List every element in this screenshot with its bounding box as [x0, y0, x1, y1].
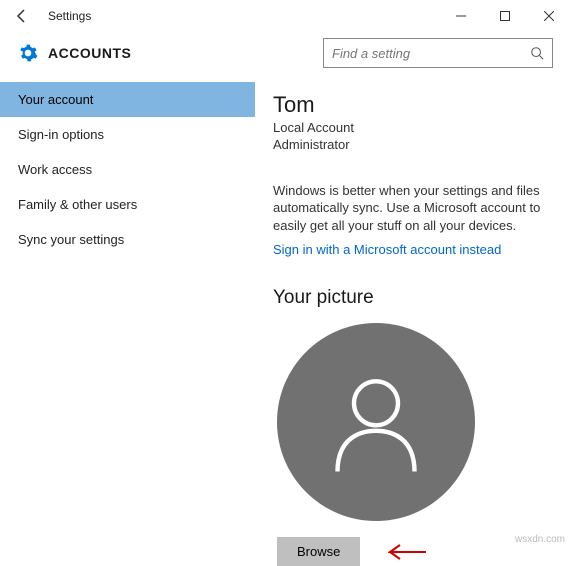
sidebar-item-your-account[interactable]: Your account	[0, 82, 255, 117]
browse-button[interactable]: Browse	[277, 537, 360, 566]
header: ACCOUNTS	[0, 32, 571, 82]
search-input[interactable]	[332, 46, 530, 61]
maximize-icon	[500, 11, 510, 21]
person-icon	[321, 367, 431, 477]
content: Your account Sign-in options Work access…	[0, 82, 571, 532]
sidebar-item-label: Your account	[18, 92, 93, 107]
picture-heading: Your picture	[273, 287, 551, 309]
minimize-button[interactable]	[439, 0, 483, 32]
back-button[interactable]	[8, 2, 36, 30]
close-button[interactable]	[527, 0, 571, 32]
sidebar-item-label: Family & other users	[18, 197, 137, 212]
titlebar: Settings	[0, 0, 571, 32]
sign-in-ms-link[interactable]: Sign in with a Microsoft account instead	[273, 242, 501, 257]
sidebar: Your account Sign-in options Work access…	[0, 82, 255, 532]
account-role: Administrator	[273, 137, 551, 154]
main-panel: Tom Local Account Administrator Windows …	[255, 82, 571, 532]
sidebar-item-signin-options[interactable]: Sign-in options	[0, 117, 255, 152]
username: Tom	[273, 92, 551, 118]
sidebar-item-family-users[interactable]: Family & other users	[0, 187, 255, 222]
account-type: Local Account	[273, 120, 551, 137]
sidebar-item-work-access[interactable]: Work access	[0, 152, 255, 187]
sidebar-item-label: Work access	[18, 162, 92, 177]
back-arrow-icon	[14, 8, 30, 24]
avatar	[277, 323, 475, 521]
window-controls	[439, 0, 571, 32]
close-icon	[544, 11, 554, 21]
sync-info-text: Windows is better when your settings and…	[273, 182, 551, 235]
gear-icon	[18, 43, 38, 63]
arrow-annotation-icon	[388, 541, 428, 563]
browse-row: Browse	[273, 537, 551, 566]
watermark: wsxdn.com	[515, 534, 565, 545]
search-icon	[530, 46, 544, 60]
sidebar-item-label: Sync your settings	[18, 232, 124, 247]
minimize-icon	[456, 11, 466, 21]
section-title: ACCOUNTS	[48, 45, 131, 61]
sidebar-item-sync-settings[interactable]: Sync your settings	[0, 222, 255, 257]
sidebar-item-label: Sign-in options	[18, 127, 104, 142]
maximize-button[interactable]	[483, 0, 527, 32]
search-box[interactable]	[323, 38, 553, 68]
app-title: Settings	[48, 9, 91, 23]
